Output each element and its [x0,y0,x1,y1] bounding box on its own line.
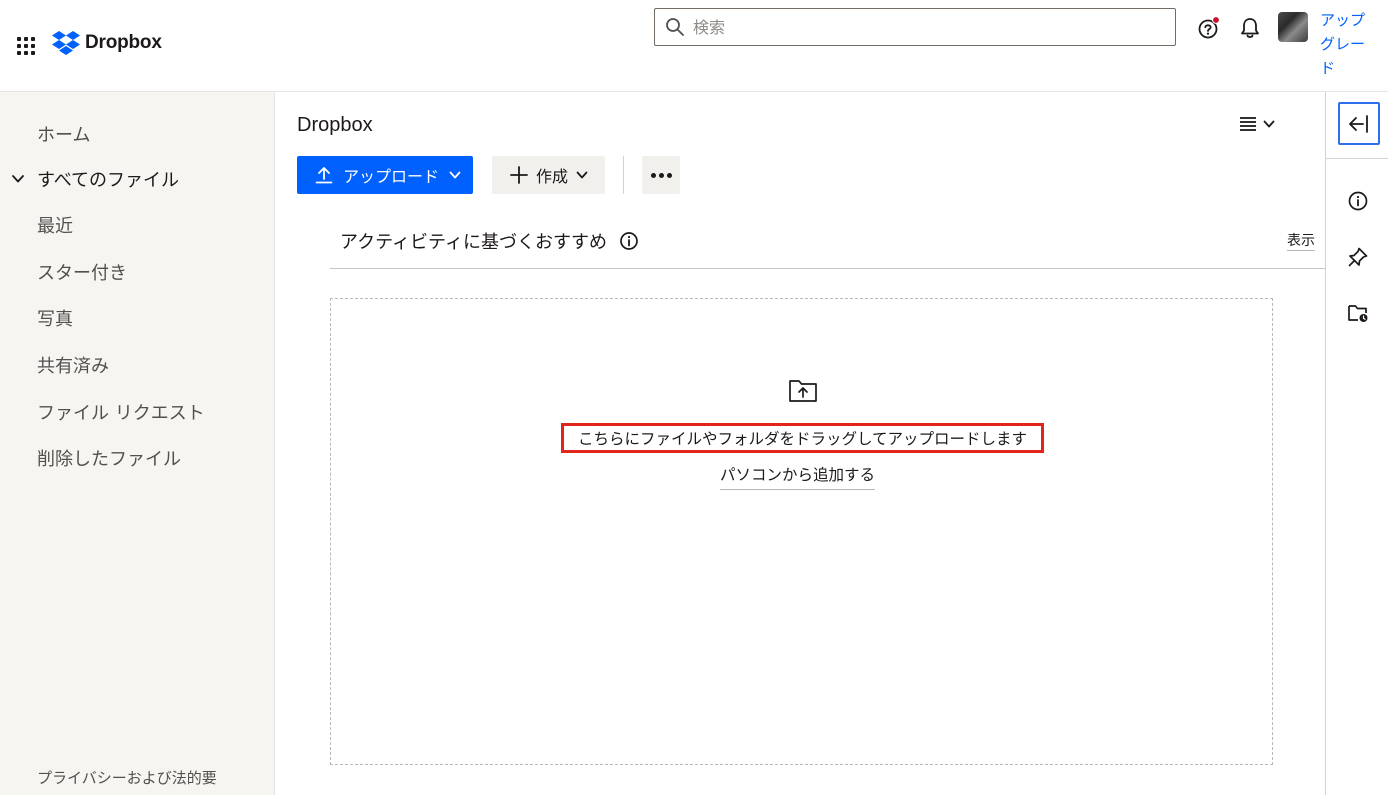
upload-button-label: アップロード [343,167,440,186]
sidebar-item-label: ホーム [37,125,91,146]
pin-icon[interactable] [1347,246,1369,268]
sidebar-item-label: 共有済み [37,356,109,377]
upload-dropzone[interactable]: こちらにファイルやフォルダをドラッグしてアップロードします パソコンから追加する [330,298,1273,765]
sidebar-item-label: 最近 [37,216,73,237]
create-button[interactable]: 作成 [492,156,605,194]
bell-icon [1241,18,1259,38]
sidebar: ホーム すべてのファイル 最近 スター付き 写真 共有済み ファイル リクエスト… [0,92,275,795]
suggestions-title: アクティビティに基づくおすすめ [340,232,607,253]
suggestions-header: アクティビティに基づくおすすめ [340,228,639,254]
rail-divider [1326,158,1388,159]
sidebar-item-recent[interactable]: 最近 [0,205,275,245]
sidebar-item-label: すべてのファイル [37,170,180,191]
dropbox-logo-icon [52,31,80,55]
privacy-legal-link[interactable]: プライバシーおよび法的要 [37,767,217,788]
sidebar-item-all-files[interactable]: すべてのファイル [0,159,275,199]
chevron-down-icon[interactable] [11,172,25,186]
brand-name: Dropbox [85,32,162,53]
collapse-panel-button[interactable] [1338,102,1380,145]
info-icon[interactable] [1347,190,1369,212]
avatar[interactable] [1278,12,1308,42]
page-title: Dropbox [297,114,373,136]
sidebar-item-label: 削除したファイル [37,449,181,470]
search-box[interactable] [654,8,1176,46]
search-input[interactable] [693,17,1153,37]
more-dots-icon [666,172,672,178]
info-icon[interactable] [619,231,639,251]
chevron-down-icon [576,171,588,179]
arrow-left-bar-icon [1349,114,1368,133]
sidebar-item-deleted-files[interactable]: 削除したファイル [0,438,275,478]
folder-activity-icon[interactable] [1347,302,1369,324]
toolbar-divider [623,156,624,194]
dropbox-logo[interactable]: Dropbox [52,30,162,56]
main-content: Dropbox アップロード 作成 アクティビティに基づくおすすめ 表示 こちら… [276,92,1325,795]
add-from-computer-link[interactable]: パソコンから追加する [720,463,876,490]
create-button-label: 作成 [536,167,569,186]
help-icon [1198,16,1220,39]
plus-icon [510,166,528,184]
sidebar-item-home[interactable]: ホーム [0,114,275,154]
more-dots-icon [658,172,664,178]
search-icon [666,18,684,36]
right-rail [1325,92,1388,795]
upload-button[interactable]: アップロード [297,156,473,194]
upgrade-link[interactable]: アップグレード [1320,8,1372,80]
show-suggestions-link[interactable]: 表示 [1287,232,1315,251]
view-options-button[interactable] [1239,116,1275,132]
upload-icon [315,167,333,184]
sidebar-item-starred[interactable]: スター付き [0,252,275,292]
sidebar-item-label: 写真 [37,309,73,330]
sidebar-item-photos[interactable]: 写真 [0,298,275,338]
chevron-down-icon [1263,120,1275,128]
more-actions-button[interactable] [642,156,680,194]
section-divider [330,268,1325,269]
more-dots-icon [650,172,656,178]
drag-drop-instruction: こちらにファイルやフォルダをドラッグしてアップロードします [561,423,1044,453]
list-view-icon [1240,117,1256,131]
sidebar-item-label: スター付き [37,263,127,284]
sidebar-item-label: ファイル リクエスト [37,403,205,424]
help-button[interactable] [1197,16,1221,40]
sidebar-item-file-requests[interactable]: ファイル リクエスト [0,392,275,432]
notifications-button[interactable] [1239,16,1261,40]
chevron-down-icon [449,171,461,179]
app-grid-icon[interactable] [17,37,35,55]
folder-upload-icon [789,380,817,402]
sidebar-item-shared[interactable]: 共有済み [0,345,275,385]
top-header: Dropbox アップグレード [0,0,1388,92]
